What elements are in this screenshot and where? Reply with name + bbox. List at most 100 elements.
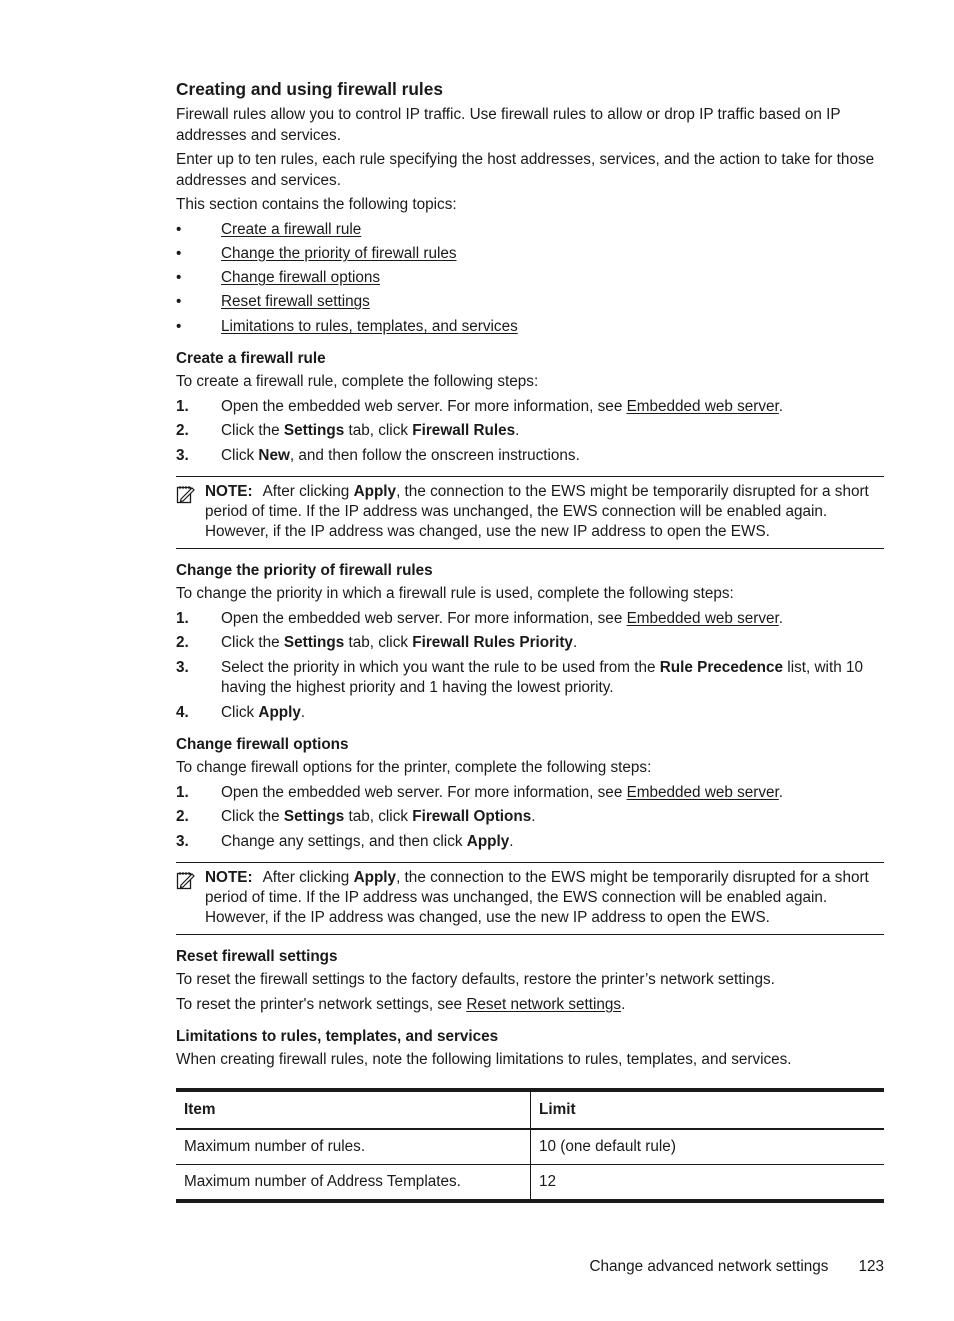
- section-heading-limitations: Limitations to rules, templates, and ser…: [176, 1028, 499, 1046]
- page-footer: Change advanced network settings 123: [590, 1257, 885, 1277]
- step-number: 3.: [176, 446, 189, 464]
- topics-list: • Create a firewall rule • Change the prio…: [176, 220, 884, 338]
- page-number: 123: [858, 1258, 884, 1275]
- table-row: Maximum number of rules. 10 (one default…: [176, 1128, 884, 1165]
- table-cell: 10 (one default rule): [539, 1137, 676, 1155]
- step-number: 1.: [176, 397, 189, 415]
- create-steps: 1. Open the embedded web server. For more…: [176, 397, 884, 467]
- reset-paragraph: To reset the firewall settings to the fa…: [176, 971, 775, 989]
- step-text: Open the embedded web server. For more i…: [221, 609, 627, 627]
- step-number: 1.: [176, 609, 189, 627]
- step-text: Open the embedded web server. For more i…: [221, 397, 627, 415]
- topic-link-create-rule[interactable]: Create a firewall rule: [221, 221, 361, 238]
- ui-term: Firewall Rules: [412, 422, 516, 440]
- step-item: 1. Open the embedded web server. For more…: [176, 783, 884, 804]
- ui-term: Apply: [353, 869, 397, 887]
- column-header-limit: Limit: [539, 1100, 576, 1118]
- ews-link[interactable]: Embedded web server: [627, 610, 779, 627]
- step-item: 1. Open the embedded web server. For more…: [176, 609, 884, 630]
- step-text: .: [515, 422, 520, 440]
- table-row: Maximum number of Address Templates. 12: [176, 1164, 884, 1201]
- section-lead: To create a firewall rule, complete the …: [176, 373, 539, 391]
- paragraph-text: .: [621, 995, 626, 1013]
- topic-item: • Change firewall options: [176, 268, 884, 289]
- bullet: •: [176, 244, 182, 262]
- ews-link[interactable]: Embedded web server: [627, 398, 779, 415]
- section-lead: When creating firewall rules, note the f…: [176, 1051, 792, 1069]
- intro-paragraph: Enter up to ten rules, each rule specify…: [176, 151, 875, 189]
- paragraph-text: To reset the printer's network settings,…: [176, 995, 467, 1013]
- topic-link-change-options[interactable]: Change firewall options: [221, 269, 380, 286]
- ews-link[interactable]: Embedded web server: [627, 784, 779, 801]
- step-text: Click: [221, 703, 259, 721]
- step-text: Select the priority in which you want th…: [221, 658, 660, 676]
- step-text: , and then follow the onscreen instructi…: [289, 446, 580, 464]
- ui-term: Apply: [258, 703, 301, 721]
- ui-term: Settings: [283, 634, 345, 652]
- limits-table: Item Limit Maximum number of rules. 10 (…: [176, 1088, 884, 1203]
- table-cell: Maximum number of rules.: [176, 1128, 531, 1165]
- table-cell: Maximum number of Address Templates.: [176, 1164, 531, 1201]
- step-number: 1.: [176, 783, 189, 801]
- step-text: tab, click: [344, 422, 413, 440]
- step-item: 4. Click Apply.: [176, 703, 884, 724]
- step-item: 2. Click the Settings tab, click Firewall…: [176, 633, 884, 654]
- ui-term: Firewall Rules Priority: [412, 634, 573, 652]
- ui-term: Settings: [283, 808, 345, 826]
- bullet: •: [176, 220, 182, 238]
- column-header-item: Item: [176, 1089, 531, 1129]
- topic-item: • Create a firewall rule: [176, 220, 884, 241]
- note-text: After clicking: [262, 869, 354, 887]
- ui-term: Settings: [283, 422, 345, 440]
- step-text: tab, click: [344, 808, 413, 826]
- priority-steps: 1. Open the embedded web server. For more…: [176, 609, 884, 724]
- step-text: tab, click: [344, 634, 413, 652]
- step-number: 3.: [176, 832, 189, 850]
- step-text: Click: [221, 446, 259, 464]
- topic-link-change-priority[interactable]: Change the priority of firewall rules: [221, 245, 457, 262]
- section-heading-change-priority: Change the priority of firewall rules: [176, 562, 433, 580]
- section-heading-change-options: Change firewall options: [176, 736, 349, 754]
- step-text: .: [572, 634, 578, 652]
- step-number: 2.: [176, 422, 189, 440]
- step-number: 2.: [176, 634, 189, 652]
- ui-term: New: [258, 446, 290, 464]
- table-header-row: Item Limit: [176, 1089, 884, 1129]
- footer-section-title: Change advanced network settings: [589, 1258, 829, 1275]
- step-number: 4.: [176, 703, 189, 721]
- step-text: Click the: [221, 422, 284, 440]
- note-label: NOTE:: [205, 483, 253, 501]
- step-text: .: [778, 783, 784, 801]
- topic-link-limitations[interactable]: Limitations to rules, templates, and ser…: [221, 318, 518, 335]
- section-heading-create-rule: Create a firewall rule: [176, 350, 326, 368]
- reset-network-settings-link[interactable]: Reset network settings: [466, 996, 621, 1013]
- section-lead: To change firewall options for the print…: [176, 759, 652, 777]
- table-cell: 12: [539, 1172, 557, 1190]
- step-number: 3.: [176, 658, 189, 676]
- note-box: NOTE: After clicking Apply, the connectio…: [176, 476, 884, 550]
- intro-paragraph: This section contains the following topi…: [176, 196, 457, 213]
- step-text: Click the: [221, 808, 284, 826]
- bullet: •: [176, 317, 182, 335]
- topic-item: • Change the priority of firewall rules: [176, 244, 884, 265]
- note-box: NOTE: After clicking Apply, the connectio…: [176, 862, 884, 936]
- ui-term: Apply: [466, 832, 510, 850]
- ui-term: Firewall Options: [412, 808, 532, 826]
- step-text: Change any settings, and then click: [221, 832, 467, 850]
- step-item: 3. Click New, and then follow the onscree…: [176, 446, 884, 467]
- intro-paragraph: Firewall rules allow you to control IP t…: [176, 106, 841, 144]
- topic-link-reset-settings[interactable]: Reset firewall settings: [221, 293, 370, 310]
- step-number: 2.: [176, 808, 189, 826]
- note-text: After clicking: [262, 483, 354, 501]
- step-text: .: [531, 808, 536, 826]
- step-item: 2. Click the Settings tab, click Firewall…: [176, 807, 884, 828]
- bullet: •: [176, 269, 182, 287]
- ui-term: Rule Precedence: [659, 658, 784, 676]
- step-text: .: [300, 703, 306, 721]
- note-pencil-icon: [176, 486, 195, 504]
- note-pencil-icon: [176, 872, 195, 890]
- section-heading-reset: Reset firewall settings: [176, 948, 338, 966]
- step-text: .: [778, 397, 784, 415]
- step-text: .: [509, 832, 514, 850]
- page-title: Creating and using firewall rules: [176, 79, 443, 99]
